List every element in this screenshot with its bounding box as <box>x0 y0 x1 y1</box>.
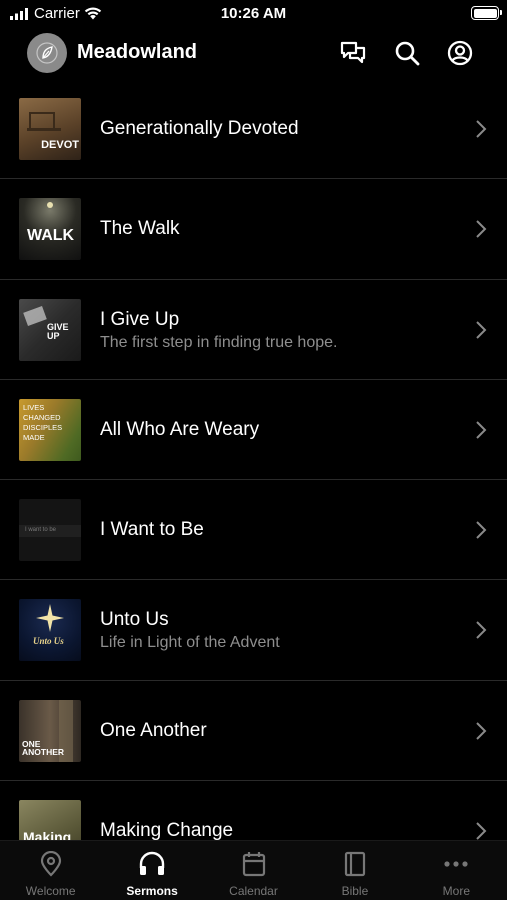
star-icon <box>36 604 64 633</box>
thumb-caption: DEVOT <box>41 139 79 151</box>
status-bar: Carrier 10:26 AM <box>0 0 507 28</box>
chevron-right-icon <box>476 320 487 339</box>
thumb-caption: ONE ANOTHER <box>22 738 65 758</box>
headphones-icon <box>139 851 165 875</box>
tab-label: Welcome <box>25 884 76 898</box>
sermon-title: I Give Up <box>100 308 180 330</box>
sermon-row[interactable]: Unto Us Unto Us Life in Light of the Adv… <box>0 580 507 681</box>
thumb-caption: Making <box>23 829 72 840</box>
chat-bubbles-icon <box>340 41 366 64</box>
tab-sermons[interactable]: Sermons <box>101 841 202 900</box>
sermon-subtitle: The first step in finding true hope. <box>100 333 338 351</box>
sermon-thumbnail: ONE ANOTHER <box>19 699 81 762</box>
account-circle-icon <box>447 40 473 66</box>
sermon-title: I Want to Be <box>100 519 204 541</box>
sermon-thumbnail: I want to be <box>19 499 81 562</box>
sermon-row[interactable]: LIVES CHANGED DISCIPLES MADE All Who Are… <box>0 380 507 481</box>
sermon-subtitle: Life in Light of the Advent <box>100 634 280 652</box>
thumb-caption: WALK <box>27 227 75 245</box>
sermon-thumbnail: LIVES CHANGED DISCIPLES MADE <box>19 398 81 461</box>
chevron-right-icon <box>476 220 487 239</box>
tab-bible[interactable]: Bible <box>304 841 405 900</box>
sermon-row[interactable]: WALK The Walk <box>0 179 507 280</box>
chevron-right-icon <box>476 621 487 640</box>
thumb-caption: Unto Us <box>33 636 64 647</box>
sermon-thumbnail: WALK <box>19 198 81 261</box>
app-header: Meadowland <box>0 28 507 78</box>
sermon-title: Generationally Devoted <box>100 118 299 139</box>
sermon-thumbnail: GIVE UP <box>19 298 81 361</box>
thumb-caption: I want to be <box>25 527 57 534</box>
thumb-caption: GIVE UP <box>47 321 69 341</box>
location-pin-icon <box>40 851 61 877</box>
search-button[interactable] <box>392 38 422 68</box>
tab-more[interactable]: More <box>406 841 507 900</box>
sermon-row[interactable]: GIVE UP I Give Up The first step in find… <box>0 280 507 380</box>
calendar-icon <box>242 852 265 877</box>
profile-button[interactable] <box>445 38 475 68</box>
status-time: 10:26 AM <box>220 5 287 22</box>
search-icon <box>395 41 420 66</box>
app-title: Meadowland <box>77 41 198 63</box>
sermon-thumbnail: Making <box>19 800 81 840</box>
church-logo[interactable] <box>27 33 67 73</box>
sermon-thumbnail: DEVOT <box>19 98 81 160</box>
thumb-caption: LIVES CHANGED DISCIPLES MADE <box>23 402 63 443</box>
sermon-title: Unto Us <box>100 609 169 631</box>
sermon-row[interactable]: Making Making Change <box>0 781 507 840</box>
tab-label: Sermons <box>126 884 178 898</box>
more-dots-icon <box>444 861 468 867</box>
sermon-title: Making Change <box>100 820 234 840</box>
sermon-title: All Who Are Weary <box>100 418 260 440</box>
tab-label: Bible <box>341 884 369 898</box>
sermon-title: The Walk <box>100 218 180 240</box>
sermon-list: DEVOT Generationally Devoted WALK The Wa… <box>0 79 507 840</box>
chevron-right-icon <box>476 120 487 138</box>
sermon-title: One Another <box>100 719 207 741</box>
leaf-logo-icon <box>36 42 58 64</box>
chevron-right-icon <box>476 421 487 439</box>
chevron-right-icon <box>476 722 487 740</box>
chevron-right-icon <box>476 822 487 840</box>
tab-calendar[interactable]: Calendar <box>203 841 304 900</box>
battery-icon <box>471 6 502 20</box>
chevron-right-icon <box>476 521 487 539</box>
sermon-row[interactable]: ONE ANOTHER One Another <box>0 681 507 782</box>
tab-welcome[interactable]: Welcome <box>0 841 101 900</box>
messages-button[interactable] <box>338 38 368 68</box>
tab-bar: Welcome Sermons Calendar Bible More <box>0 840 507 900</box>
sermon-row[interactable]: I want to be I Want to Be <box>0 480 507 581</box>
tab-label: Calendar <box>229 884 278 898</box>
tab-label: More <box>442 884 470 898</box>
sermon-thumbnail: Unto Us <box>19 599 81 662</box>
book-icon <box>344 851 366 877</box>
sermon-row[interactable]: DEVOT Generationally Devoted <box>0 79 507 180</box>
